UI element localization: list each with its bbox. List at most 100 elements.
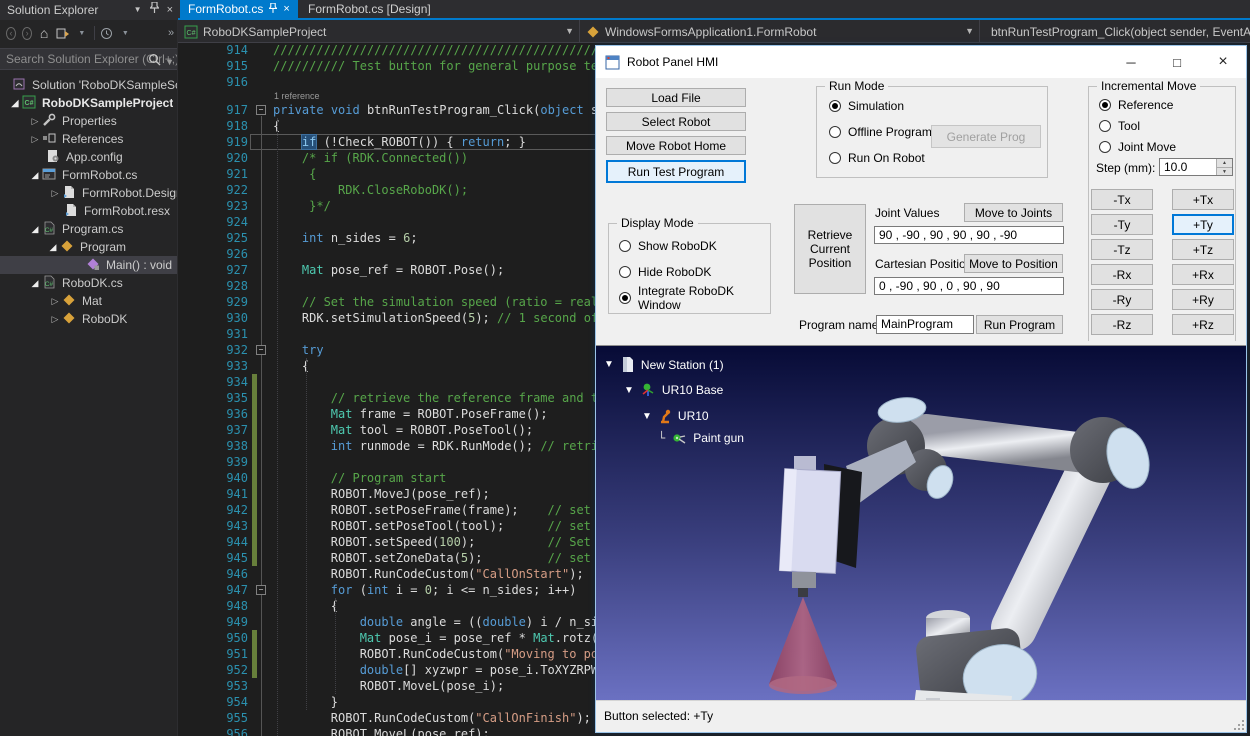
jog-minus-rz-button[interactable]: -Rz xyxy=(1091,314,1153,335)
expanded-arrow-icon[interactable]: ▼ xyxy=(642,411,652,422)
chevron-down-icon[interactable]: ▼ xyxy=(134,0,142,20)
radio-icon[interactable] xyxy=(619,266,631,278)
move-to-joints-button[interactable]: Move to Joints xyxy=(964,203,1063,222)
station-item-ur10[interactable]: ▼UR10 xyxy=(642,408,709,424)
tree-item-properties[interactable]: ▷Properties xyxy=(0,112,177,130)
cartesian-position-input[interactable]: 0 , -90 , 90 , 0 , 90 , 90 xyxy=(874,277,1064,295)
close-icon[interactable]: × xyxy=(167,0,173,20)
jog-minus-ty-button[interactable]: -Ty xyxy=(1091,214,1153,235)
tree-item-robodk[interactable]: ▷RoboDK xyxy=(0,310,177,328)
display-mode-radio-hide-robodk[interactable]: Hide RoboDK xyxy=(619,265,770,279)
run-program-button[interactable]: Run Program xyxy=(976,315,1063,334)
expanded-arrow-icon[interactable]: ◢ xyxy=(46,238,60,256)
collapsed-arrow-icon[interactable]: ▷ xyxy=(48,292,62,310)
expanded-arrow-icon[interactable]: ◢ xyxy=(28,166,42,184)
tree-item-formrobot-designer-cs[interactable]: ▷FormRobot.Designer.cs xyxy=(0,184,177,202)
jog-minus-ry-button[interactable]: -Ry xyxy=(1091,289,1153,310)
run-test-program-button[interactable]: Run Test Program xyxy=(606,160,746,183)
move-robot-home-button[interactable]: Move Robot Home xyxy=(606,136,746,155)
expanded-arrow-icon[interactable]: ◢ xyxy=(8,94,22,112)
load-file-button[interactable]: Load File xyxy=(606,88,746,107)
radio-icon[interactable] xyxy=(829,152,841,164)
tree-item-robodk-cs[interactable]: ◢C#RoboDK.cs xyxy=(0,274,177,292)
tree-item-mat[interactable]: ▷Mat xyxy=(0,292,177,310)
display-mode-radio-integrate-robodk-window[interactable]: Integrate RoboDK Window xyxy=(619,291,770,305)
collapsed-arrow-icon[interactable]: ▷ xyxy=(48,184,62,202)
tab-formrobot-cs[interactable]: FormRobot.cs × xyxy=(180,0,298,18)
jog-plusminus-tx-button[interactable]: +Tx xyxy=(1172,189,1234,210)
program-name-input[interactable]: MainProgram xyxy=(876,315,974,334)
jog-plusminus-ry-button[interactable]: +Ry xyxy=(1172,289,1234,310)
display-mode-radio-show-robodk[interactable]: Show RoboDK xyxy=(619,239,770,253)
close-button[interactable]: × xyxy=(1200,46,1246,78)
tree-item-solution-robodksamplesolution[interactable]: Solution 'RoboDKSampleSolution' xyxy=(0,76,177,94)
chevron-down-icon[interactable]: ▼ xyxy=(76,25,88,41)
radio-icon[interactable] xyxy=(1099,99,1111,111)
tree-item-main-void[interactable]: Main() : void xyxy=(0,256,177,274)
forward-icon[interactable]: › xyxy=(22,27,32,40)
expanded-arrow-icon[interactable]: ▼ xyxy=(604,359,614,370)
joint-values-input[interactable]: 90 , -90 , 90 , 90 , 90 , -90 xyxy=(874,226,1064,244)
collapsed-arrow-icon[interactable]: ▷ xyxy=(28,112,42,130)
jog-plusminus-rx-button[interactable]: +Rx xyxy=(1172,264,1234,285)
jog-minus-tx-button[interactable]: -Tx xyxy=(1091,189,1153,210)
tree-item-program-cs[interactable]: ◢C#Program.cs xyxy=(0,220,177,238)
pin-icon[interactable] xyxy=(150,0,159,20)
collapsed-arrow-icon[interactable]: ▷ xyxy=(48,310,62,328)
collapsed-arrow-icon[interactable]: ▷ xyxy=(28,130,42,148)
chevron-down-icon[interactable]: ▼ xyxy=(119,25,131,41)
project-dropdown[interactable]: C# RoboDKSampleProject ▼ xyxy=(178,20,580,43)
tree-item-app-config[interactable]: App.config xyxy=(0,148,177,166)
jog-minus-tz-button[interactable]: -Tz xyxy=(1091,239,1153,260)
radio-icon[interactable] xyxy=(619,240,631,252)
toolbar-overflow-icon[interactable]: » xyxy=(165,25,177,41)
incremental-mode-radio-tool[interactable]: Tool xyxy=(1099,119,1176,133)
expanded-arrow-icon[interactable]: ◢ xyxy=(28,274,42,292)
chevron-down-icon[interactable]: ▼ xyxy=(165,52,174,70)
jog-minus-rx-button[interactable]: -Rx xyxy=(1091,264,1153,285)
generate-prog-button[interactable]: Generate Prog xyxy=(931,125,1041,148)
robodk-3d-view[interactable]: ▼New Station (1) ▼UR10 Base ▼UR10 └Paint gu… xyxy=(596,345,1246,700)
retrieve-position-button[interactable]: Retrieve Current Position xyxy=(794,204,866,294)
search-icon[interactable] xyxy=(148,52,161,70)
resize-grip[interactable] xyxy=(1232,718,1244,730)
move-to-position-button[interactable]: Move to Position xyxy=(964,254,1063,273)
jog-plusminus-rz-button[interactable]: +Rz xyxy=(1172,314,1234,335)
station-item-paint-gun[interactable]: └Paint gun xyxy=(658,430,744,446)
pin-icon[interactable] xyxy=(269,0,277,18)
radio-icon[interactable] xyxy=(829,126,841,138)
tab-formrobot-cs-design[interactable]: FormRobot.cs [Design] xyxy=(300,0,439,18)
search-input[interactable]: Search Solution Explorer (Ctrl+;) ▼ xyxy=(0,48,177,70)
jog-plusminus-tz-button[interactable]: +Tz xyxy=(1172,239,1234,260)
step-down-icon[interactable]: ▼ xyxy=(1216,167,1232,175)
member-dropdown[interactable]: btnRunTestProgram_Click(object sender, E… xyxy=(980,20,1250,43)
home-icon[interactable]: ⌂ xyxy=(38,25,50,41)
tree-item-formrobot-cs[interactable]: ◢FormRobot.cs xyxy=(0,166,177,184)
pending-changes-filter-icon[interactable] xyxy=(100,25,113,41)
dialog-title-bar[interactable]: Robot Panel HMI ─ □ × xyxy=(596,46,1246,78)
step-stepper[interactable]: 10.0 ▲ ▼ xyxy=(1159,158,1233,176)
tree-item-program[interactable]: ◢Program xyxy=(0,238,177,256)
radio-icon[interactable] xyxy=(619,292,631,304)
type-dropdown[interactable]: WindowsFormsApplication1.FormRobot ▼ xyxy=(580,20,980,43)
radio-icon[interactable] xyxy=(1099,141,1111,153)
expanded-arrow-icon[interactable]: ▼ xyxy=(624,385,634,396)
select-robot-button[interactable]: Select Robot xyxy=(606,112,746,131)
tree-item-references[interactable]: ▷References xyxy=(0,130,177,148)
radio-icon[interactable] xyxy=(829,100,841,112)
minimize-button[interactable]: ─ xyxy=(1108,46,1154,78)
run-mode-radio-run-on-robot[interactable]: Run On Robot xyxy=(829,151,958,165)
radio-icon[interactable] xyxy=(1099,120,1111,132)
step-up-icon[interactable]: ▲ xyxy=(1216,159,1232,167)
tree-item-robodksampleproject[interactable]: ◢C#RoboDKSampleProject xyxy=(0,94,177,112)
station-item-new-station-1[interactable]: ▼New Station (1) xyxy=(604,356,724,373)
close-icon[interactable]: × xyxy=(283,0,289,18)
fold-collapse-icon[interactable]: − xyxy=(256,585,266,595)
jog-plusminus-ty-button[interactable]: +Ty xyxy=(1172,214,1234,235)
maximize-button[interactable]: □ xyxy=(1154,46,1200,78)
station-item-ur10-base[interactable]: ▼UR10 Base xyxy=(624,382,723,398)
incremental-mode-radio-reference[interactable]: Reference xyxy=(1099,98,1176,112)
back-icon[interactable]: ‹ xyxy=(6,27,16,40)
sync-active-document-icon[interactable] xyxy=(56,25,70,41)
tree-item-formrobot-resx[interactable]: FormRobot.resx xyxy=(0,202,177,220)
